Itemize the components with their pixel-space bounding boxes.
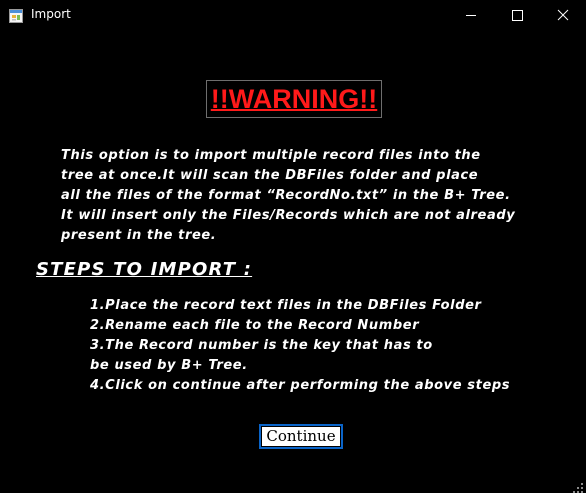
warning-banner: !!WARNING!! — [206, 80, 382, 118]
close-icon — [557, 9, 569, 21]
warning-label: !!WARNING!! — [210, 84, 378, 114]
step-item: 4.Click on continue after performing the… — [90, 378, 511, 393]
continue-button[interactable]: Continue — [259, 424, 343, 449]
intro-line: tree at once.It will scan the DBFiles fo… — [61, 168, 479, 183]
step-item: 1.Place the record text files in the DBF… — [90, 298, 482, 313]
minimize-button[interactable] — [448, 0, 494, 31]
step-item: 3.The Record number is the key that has … — [90, 338, 433, 353]
steps-list: 1.Place the record text files in the DBF… — [90, 296, 560, 396]
resize-grip-icon[interactable] — [572, 479, 584, 493]
form-icon — [9, 8, 23, 23]
close-button[interactable] — [540, 0, 586, 31]
intro-line: present in the tree. — [61, 228, 217, 243]
steps-heading: STEPS TO IMPORT : — [36, 259, 253, 280]
intro-line: It will insert only the Files/Records wh… — [61, 208, 516, 223]
intro-line: This option is to import multiple record… — [61, 148, 481, 163]
title-bar[interactable]: Import — [0, 0, 586, 31]
intro-line: all the files of the format “RecordNo.tx… — [61, 188, 511, 203]
step-item: be used by B+ Tree. — [90, 358, 248, 373]
maximize-icon — [512, 10, 523, 21]
minimize-icon — [466, 15, 476, 16]
maximize-button[interactable] — [494, 0, 540, 31]
import-window: Import !!WARNING!! This option is to imp… — [0, 0, 586, 493]
step-item: 2.Rename each file to the Record Number — [90, 318, 420, 333]
intro-paragraph: This option is to import multiple record… — [61, 146, 561, 246]
window-title: Import — [31, 7, 71, 21]
